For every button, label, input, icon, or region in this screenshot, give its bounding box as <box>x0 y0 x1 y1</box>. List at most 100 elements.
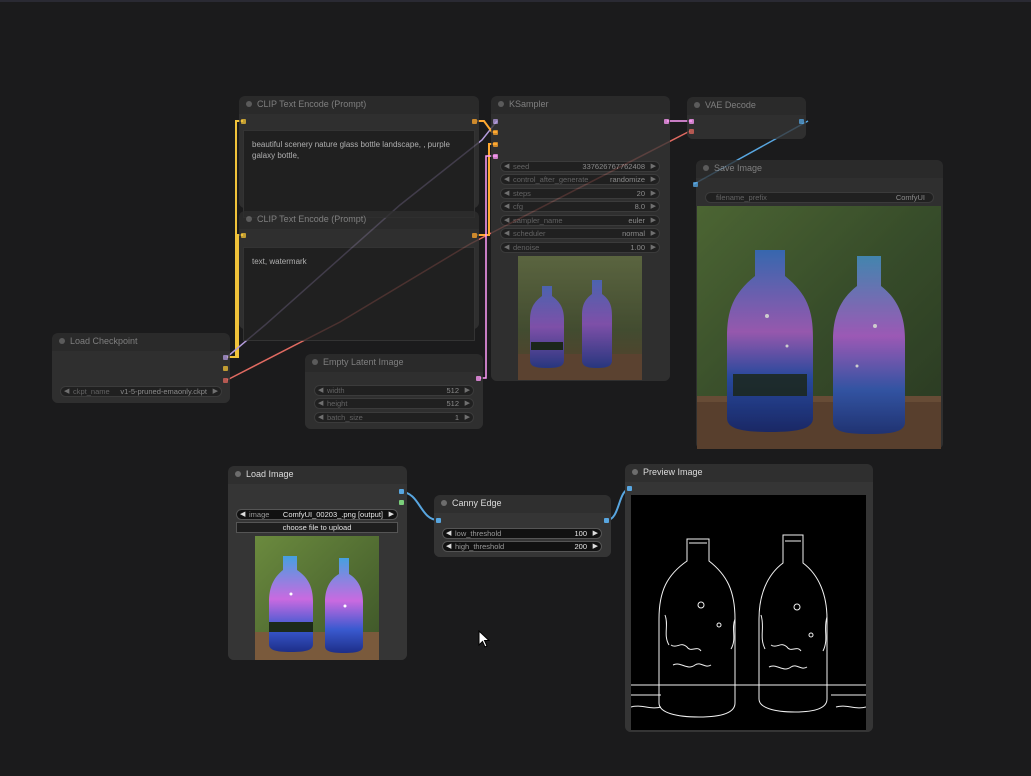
ksampler-node[interactable]: KSampler ◀ seed 337626767762408 ▶ ◀ control_… <box>491 96 670 381</box>
decrement-icon[interactable]: ◀ <box>318 399 323 408</box>
node-title[interactable]: KSampler <box>491 96 670 114</box>
collapse-dot-icon[interactable] <box>498 101 504 107</box>
decrement-icon[interactable]: ◀ <box>504 175 509 184</box>
decrement-icon[interactable]: ◀ <box>504 216 509 225</box>
increment-icon[interactable]: ▶ <box>465 399 470 408</box>
collapse-dot-icon[interactable] <box>632 469 638 475</box>
images-input-port[interactable] <box>627 486 632 491</box>
preview-image-node[interactable]: Preview Image <box>625 464 873 732</box>
image-select-widget[interactable]: ◀ image ComfyUI_00203_.png [output] ▶ <box>236 509 398 520</box>
choose-file-button[interactable]: choose file to upload <box>236 522 398 533</box>
latent-output-port[interactable] <box>664 119 669 124</box>
ckpt-name-widget[interactable]: ◀ ckpt_name v1-5-pruned-emaonly.ckpt ▶ <box>60 386 222 397</box>
samples-input-port[interactable] <box>689 119 694 124</box>
empty-latent-image-node[interactable]: Empty Latent Image ◀ width 512 ▶ ◀ height 512… <box>305 354 483 429</box>
node-title[interactable]: Load Checkpoint <box>52 333 230 351</box>
image-output-port[interactable] <box>799 119 804 124</box>
image-output-port[interactable] <box>604 518 609 523</box>
load-image-node[interactable]: Load Image ◀ image ComfyUI_00203_.png [out… <box>228 466 407 660</box>
collapse-dot-icon[interactable] <box>441 500 447 506</box>
clip-input-port[interactable] <box>241 119 246 124</box>
negative-prompt-textarea[interactable]: text, watermark <box>243 247 475 341</box>
increment-icon[interactable]: ▶ <box>389 510 394 519</box>
collapse-dot-icon[interactable] <box>59 338 65 344</box>
positive-prompt-textarea[interactable]: beautiful scenery nature glass bottle la… <box>243 130 475 218</box>
node-title[interactable]: Canny Edge <box>434 495 611 513</box>
latent-input-port[interactable] <box>493 154 498 159</box>
sampler-name-widget[interactable]: ◀ sampler_name euler ▶ <box>500 215 660 226</box>
increment-icon[interactable]: ▶ <box>651 202 656 211</box>
collapse-dot-icon[interactable] <box>246 216 252 222</box>
node-title[interactable]: CLIP Text Encode (Prompt) <box>239 96 479 114</box>
node-title[interactable]: Empty Latent Image <box>305 354 483 372</box>
filename-prefix-widget[interactable]: filename_prefix ComfyUI <box>705 192 934 203</box>
collapse-dot-icon[interactable] <box>235 471 241 477</box>
collapse-dot-icon[interactable] <box>703 165 709 171</box>
steps-widget[interactable]: ◀ steps 20 ▶ <box>500 188 660 199</box>
decrement-icon[interactable]: ◀ <box>504 202 509 211</box>
model-output-port[interactable] <box>223 355 228 360</box>
clip-output-port[interactable] <box>223 366 228 371</box>
cfg-widget[interactable]: ◀ cfg 8.0 ▶ <box>500 201 660 212</box>
collapse-dot-icon[interactable] <box>694 102 700 108</box>
preview-image-title: Preview Image <box>643 467 703 477</box>
mask-output-port[interactable] <box>399 500 404 505</box>
node-title[interactable]: CLIP Text Encode (Prompt) <box>239 211 479 229</box>
increment-icon[interactable]: ▶ <box>465 413 470 422</box>
decrement-icon[interactable]: ◀ <box>504 243 509 252</box>
collapse-dot-icon[interactable] <box>312 359 318 365</box>
increment-icon[interactable]: ▶ <box>651 162 656 171</box>
increment-icon[interactable]: ▶ <box>651 216 656 225</box>
clip-text-encode-negative-node[interactable]: CLIP Text Encode (Prompt) text, watermar… <box>239 211 479 341</box>
control-after-generate-widget[interactable]: ◀ control_after_generate randomize ▶ <box>500 174 660 185</box>
conditioning-output-port[interactable] <box>472 119 477 124</box>
seed-widget[interactable]: ◀ seed 337626767762408 ▶ <box>500 161 660 172</box>
node-title[interactable]: Preview Image <box>625 464 873 482</box>
high-threshold-widget[interactable]: ◀ high_threshold 200 ▶ <box>442 541 602 552</box>
model-input-port[interactable] <box>493 119 498 124</box>
node-title[interactable]: Load Image <box>228 466 407 484</box>
denoise-widget[interactable]: ◀ denoise 1.00 ▶ <box>500 242 660 253</box>
vae-decode-node[interactable]: VAE Decode <box>687 97 806 139</box>
decrement-icon[interactable]: ◀ <box>64 387 69 396</box>
increment-icon[interactable]: ▶ <box>651 175 656 184</box>
images-input-port[interactable] <box>693 182 698 187</box>
clip-text-encode-positive-node[interactable]: CLIP Text Encode (Prompt) beautiful scen… <box>239 96 479 218</box>
increment-icon[interactable]: ▶ <box>651 243 656 252</box>
vae-input-port[interactable] <box>689 129 694 134</box>
image-output-port[interactable] <box>399 489 404 494</box>
save-image-node[interactable]: Save Image filename_prefix ComfyUI <box>693 160 943 449</box>
load-checkpoint-node[interactable]: Load Checkpoint ◀ ckpt_name v1-5-pruned-em… <box>52 333 230 403</box>
increment-icon[interactable]: ▶ <box>593 542 598 551</box>
positive-input-port[interactable] <box>493 130 498 135</box>
image-input-port[interactable] <box>436 518 441 523</box>
decrement-icon[interactable]: ◀ <box>504 162 509 171</box>
vae-output-port[interactable] <box>223 378 228 383</box>
increment-icon[interactable]: ▶ <box>651 189 656 198</box>
latent-output-port[interactable] <box>476 376 481 381</box>
node-title[interactable]: VAE Decode <box>687 97 806 115</box>
scheduler-widget[interactable]: ◀ scheduler normal ▶ <box>500 228 660 239</box>
batch-size-widget[interactable]: ◀ batch_size 1 ▶ <box>314 412 474 423</box>
decrement-icon[interactable]: ◀ <box>446 529 451 538</box>
node-body: ◀ width 512 ▶ ◀ height 512 ▶ ◀ batch_size 1 ▶ <box>305 372 483 429</box>
clip-input-port[interactable] <box>241 233 246 238</box>
decrement-icon[interactable]: ◀ <box>504 229 509 238</box>
height-widget[interactable]: ◀ height 512 ▶ <box>314 398 474 409</box>
low-threshold-widget[interactable]: ◀ low_threshold 100 ▶ <box>442 528 602 539</box>
decrement-icon[interactable]: ◀ <box>318 413 323 422</box>
node-title[interactable]: Save Image <box>696 160 943 178</box>
decrement-icon[interactable]: ◀ <box>318 386 323 395</box>
decrement-icon[interactable]: ◀ <box>446 542 451 551</box>
increment-icon[interactable]: ▶ <box>465 386 470 395</box>
canny-edge-node[interactable]: Canny Edge ◀ low_threshold 100 ▶ ◀ high_thre… <box>434 495 611 557</box>
collapse-dot-icon[interactable] <box>246 101 252 107</box>
width-widget[interactable]: ◀ width 512 ▶ <box>314 385 474 396</box>
increment-icon[interactable]: ▶ <box>651 229 656 238</box>
decrement-icon[interactable]: ◀ <box>504 189 509 198</box>
conditioning-output-port[interactable] <box>472 233 477 238</box>
negative-input-port[interactable] <box>493 142 498 147</box>
increment-icon[interactable]: ▶ <box>593 529 598 538</box>
increment-icon[interactable]: ▶ <box>213 387 218 396</box>
decrement-icon[interactable]: ◀ <box>240 510 245 519</box>
